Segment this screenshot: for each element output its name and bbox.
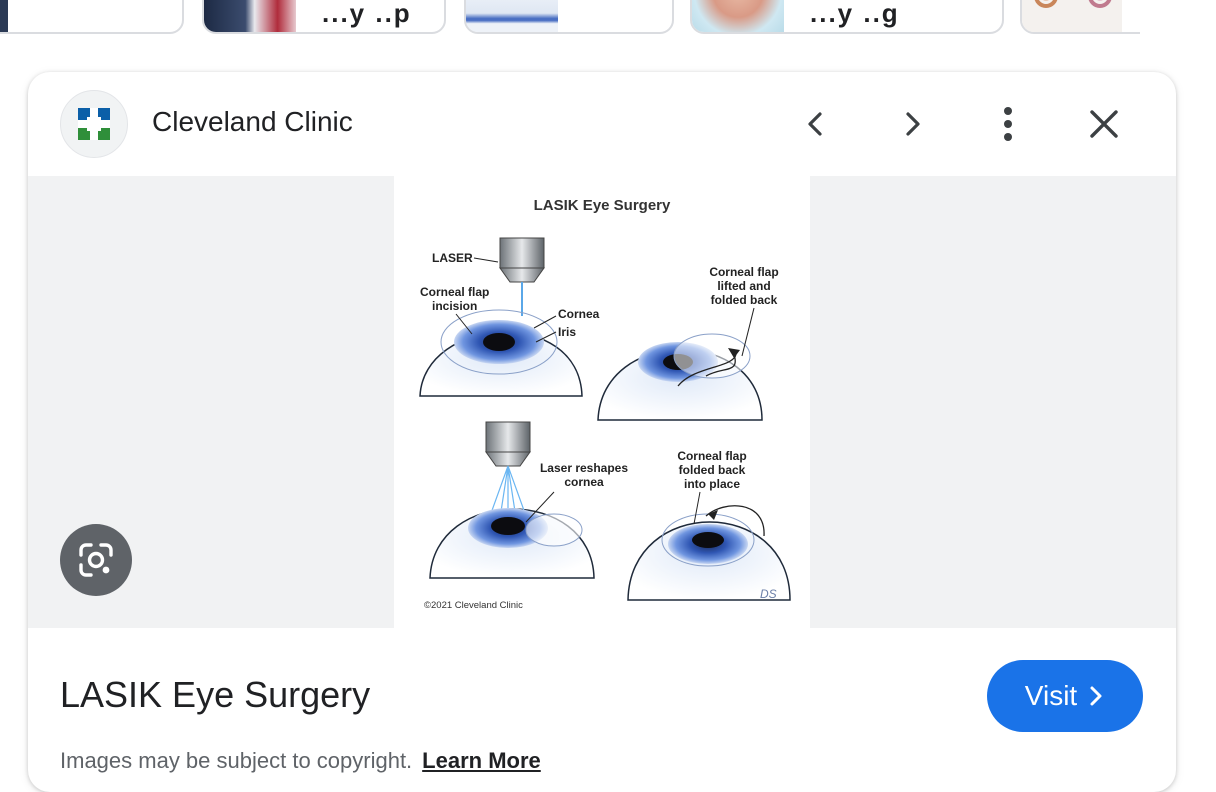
chevron-left-icon — [808, 112, 822, 136]
source-logo[interactable] — [60, 90, 128, 158]
label-flap-incision-1: Corneal flap — [420, 285, 489, 299]
lens-icon — [79, 543, 113, 577]
more-vert-icon — [1004, 107, 1012, 141]
label-flap-lifted-1: Corneal flap — [709, 265, 778, 279]
visit-button[interactable]: Visit — [987, 660, 1143, 732]
chevron-right-icon — [906, 112, 920, 136]
related-image-chip-2[interactable]: ...y ..p — [202, 0, 446, 34]
panel-header: Cleveland Clinic — [28, 72, 1176, 176]
figure-credit: ©2021 Cleveland Clinic — [424, 600, 523, 611]
laser-device — [499, 237, 545, 269]
label-laser: LASER — [432, 251, 473, 265]
close-button[interactable] — [1076, 96, 1132, 152]
more-options-button[interactable] — [980, 96, 1036, 152]
related-thumbnail — [0, 0, 8, 32]
related-images-strip: ...y ..p ...y ..g — [0, 0, 1140, 36]
preview-image[interactable]: LASIK Eye Surgery LASER Corneal flap inc… — [394, 176, 810, 628]
label-flap-back-3: into place — [684, 477, 740, 491]
source-name[interactable]: Cleveland Clinic — [152, 106, 353, 138]
copyright-notice: Images may be subject to copyright. Learn… — [60, 748, 541, 774]
related-thumbnail — [466, 0, 558, 32]
google-lens-button[interactable] — [60, 524, 132, 596]
related-thumbnail — [1022, 0, 1122, 32]
artist-signature: DS — [760, 587, 777, 601]
chevron-right-icon — [1090, 686, 1102, 706]
related-image-title: ...y ..p — [322, 0, 412, 28]
cleveland-clinic-logo-icon — [78, 108, 110, 140]
laser-device — [485, 421, 531, 453]
previous-button[interactable] — [788, 96, 844, 152]
pupil — [483, 333, 515, 351]
related-image-chip-3[interactable] — [464, 0, 674, 34]
label-cornea: Cornea — [558, 307, 600, 321]
learn-more-link[interactable]: Learn More — [422, 748, 541, 773]
label-reshapes-2: cornea — [564, 475, 604, 489]
visit-label: Visit — [1024, 680, 1078, 711]
image-viewer: LASIK Eye Surgery LASER Corneal flap inc… — [28, 176, 1176, 628]
pupil — [692, 532, 724, 548]
related-thumbnail — [204, 0, 296, 32]
label-flap-incision-2: incision — [432, 299, 477, 313]
label-iris: Iris — [558, 325, 576, 339]
label-flap-lifted-3: folded back — [711, 293, 778, 307]
label-flap-back-1: Corneal flap — [677, 449, 746, 463]
pupil — [491, 517, 525, 535]
label-reshapes-1: Laser reshapes — [540, 461, 628, 475]
related-image-title: ...y ..g — [810, 0, 900, 28]
related-image-chip-5[interactable] — [1020, 0, 1140, 34]
lasik-diagram: LASIK Eye Surgery LASER Corneal flap inc… — [419, 197, 791, 611]
related-image-chip-1[interactable] — [0, 0, 184, 34]
close-icon — [1090, 110, 1118, 138]
related-image-chip-4[interactable]: ...y ..g — [690, 0, 1004, 34]
related-thumbnail — [692, 0, 784, 32]
image-preview-panel: Cleveland Clinic LASIK Eye Surgery LASER… — [28, 72, 1176, 792]
next-button[interactable] — [884, 96, 940, 152]
label-flap-lifted-2: lifted and — [717, 279, 770, 293]
label-flap-back-2: folded back — [679, 463, 746, 477]
figure-heading: LASIK Eye Surgery — [534, 197, 671, 214]
copyright-text: Images may be subject to copyright. — [60, 748, 413, 773]
image-title[interactable]: LASIK Eye Surgery — [60, 674, 370, 716]
